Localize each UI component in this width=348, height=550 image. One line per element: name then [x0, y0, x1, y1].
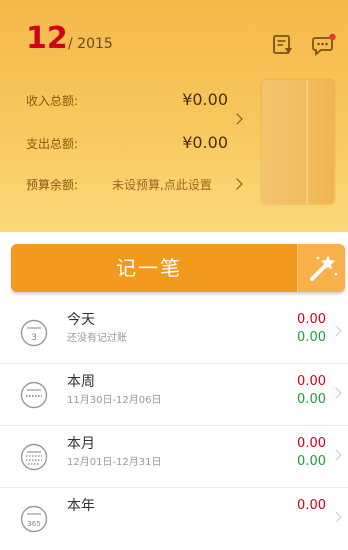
list-item-subtitle: 11月30日-12月06日 — [67, 395, 162, 406]
expense-total-value: ¥0.00 — [182, 133, 228, 152]
magic-wand-button[interactable] — [297, 244, 345, 292]
list-item-today[interactable]: 3 今天 还没有记过账 0.00 0.00 — [0, 302, 348, 364]
list-item-subtitle: 12月01日-12月31日 — [67, 457, 162, 468]
chevron-right-icon — [330, 449, 342, 461]
expense-total-label: 支出总额: — [26, 137, 79, 151]
bill-icon[interactable] — [271, 33, 295, 57]
calendar-day-icon: 3 — [20, 319, 48, 347]
list-item-income: 0.00 — [297, 312, 326, 327]
list-item-title: 今天 — [67, 312, 95, 328]
list-item-expense: 0.00 — [297, 330, 326, 345]
list-item-expense: 0.00 — [297, 454, 326, 469]
calendar-day-text: 3 — [31, 333, 37, 343]
list-item-income: 0.00 — [297, 498, 326, 513]
month-number[interactable]: 12 — [26, 22, 68, 56]
list-item-week[interactable]: 本周 11月30日-12月06日 0.00 0.00 — [0, 364, 348, 426]
summary-header: 12 / 2015 收入总额: ¥0.00 支出总额: ¥0.00 预算余额: … — [0, 0, 348, 232]
list-item-income: 0.00 — [297, 436, 326, 451]
theme-card-preview[interactable] — [262, 80, 334, 204]
list-item-year[interactable]: 365 本年 0.00 — [0, 488, 348, 550]
calendar-year-icon: 365 — [20, 505, 48, 533]
list-item-title: 本年 — [67, 498, 95, 514]
chevron-right-icon — [330, 325, 342, 337]
list-item-expense: 0.00 — [297, 392, 326, 407]
record-entry-label: 记一笔 — [116, 256, 182, 280]
list-item-subtitle: 还没有记过账 — [67, 333, 127, 344]
year-label[interactable]: / 2015 — [68, 35, 113, 53]
list-item-income: 0.00 — [297, 374, 326, 389]
income-total-value: ¥0.00 — [182, 90, 228, 109]
income-total-label: 收入总额: — [26, 94, 79, 108]
calendar-year-text: 365 — [27, 520, 40, 528]
chevron-right-icon — [330, 511, 342, 523]
chevron-right-icon[interactable] — [231, 113, 243, 125]
chevron-right-icon[interactable] — [231, 178, 243, 190]
magic-wand-icon — [310, 255, 338, 281]
list-item-title: 本周 — [67, 374, 95, 390]
calendar-month-icon — [20, 443, 48, 471]
message-icon[interactable] — [311, 33, 336, 57]
list-item-title: 本月 — [67, 436, 95, 452]
chevron-right-icon — [330, 387, 342, 399]
budget-setup-link[interactable]: 未设预算,点此设置 — [112, 177, 212, 193]
record-entry-button[interactable]: 记一笔 — [11, 244, 345, 292]
budget-balance-label: 预算余额: — [26, 178, 79, 192]
list-item-month[interactable]: 本月 12月01日-12月31日 0.00 0.00 — [0, 426, 348, 488]
calendar-week-icon — [20, 381, 48, 409]
